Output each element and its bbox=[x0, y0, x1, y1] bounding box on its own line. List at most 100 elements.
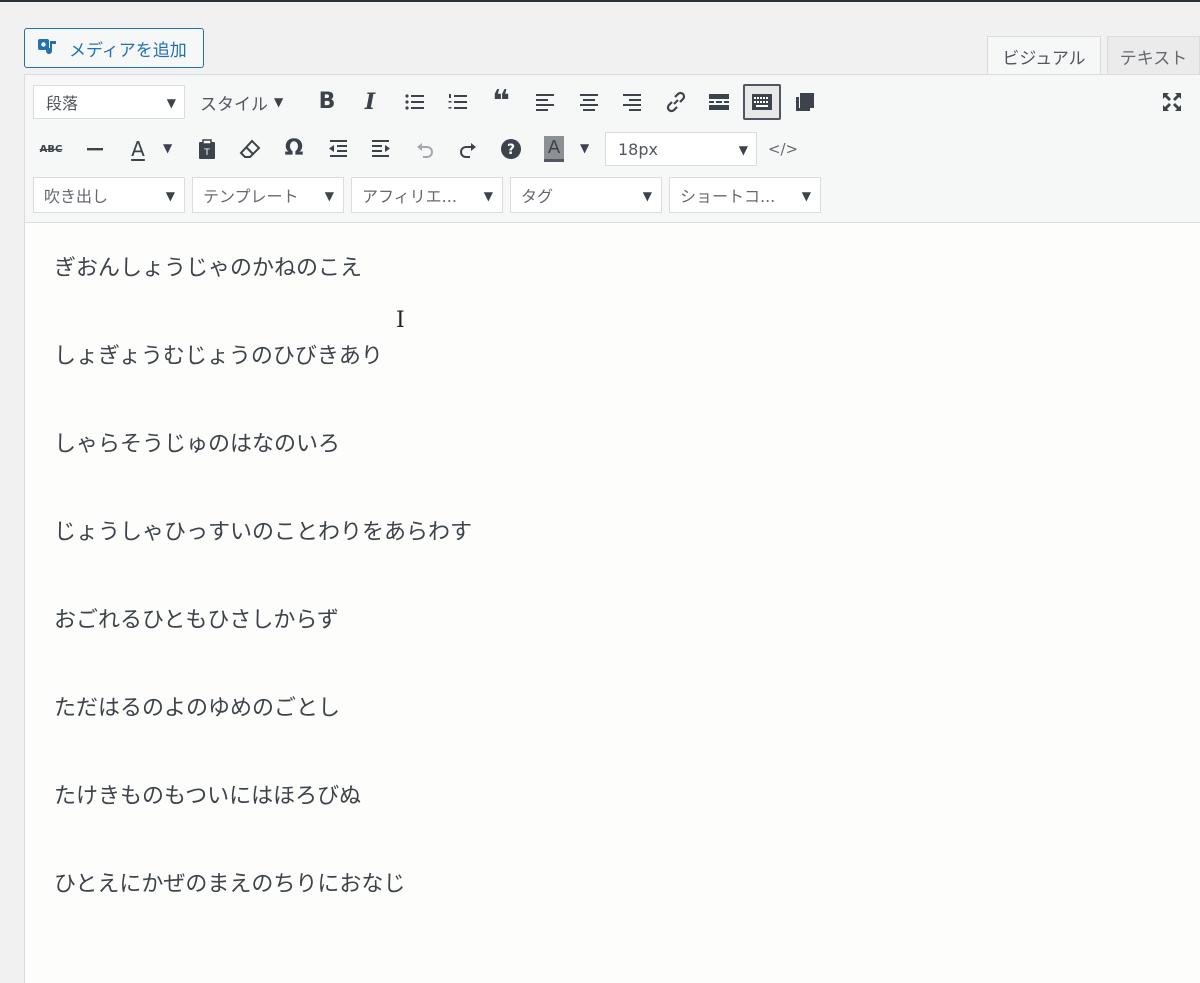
add-media-label: メディアを追加 bbox=[69, 40, 187, 61]
paragraph[interactable]: おごれるひともひさしからず bbox=[54, 600, 472, 688]
align-center-icon bbox=[580, 94, 598, 111]
fullscreen-button[interactable] bbox=[1154, 84, 1190, 120]
read-more-icon bbox=[709, 94, 729, 110]
horizontal-rule-button[interactable] bbox=[77, 131, 113, 167]
bullet-list-button[interactable] bbox=[397, 84, 433, 120]
special-character-button[interactable]: Ω bbox=[276, 131, 312, 167]
omega-icon: Ω bbox=[284, 136, 304, 161]
editor-toolbar: 段落 ▼ スタイル ▼ B I ❝ ABC A ▼ T Ω ? A ▼ 18px… bbox=[25, 75, 1200, 223]
strikethrough-button[interactable]: ABC bbox=[33, 131, 69, 167]
code-icon: </> bbox=[767, 140, 799, 158]
fullscreen-icon bbox=[1163, 93, 1181, 111]
align-right-icon bbox=[623, 94, 641, 111]
balloon-select-label: 吹き出し bbox=[44, 187, 109, 206]
chevron-down-icon[interactable]: ▼ bbox=[580, 141, 589, 155]
italic-button[interactable]: I bbox=[352, 84, 388, 120]
outdent-icon bbox=[329, 140, 347, 157]
tab-text[interactable]: テキスト bbox=[1107, 36, 1200, 75]
editor-content[interactable]: ぎおんしょうじゃのかねのこえ しょぎょうむじょうのひびきあり しゃらそうじゅのは… bbox=[54, 248, 472, 952]
align-left-button[interactable] bbox=[527, 84, 563, 120]
style-select[interactable]: スタイル ▼ bbox=[200, 85, 283, 119]
toolbar-toggle-button[interactable] bbox=[743, 84, 781, 120]
paragraph[interactable]: ただはるのよのゆめのごとし bbox=[54, 688, 472, 776]
toolbar-row-2: ABC A ▼ T Ω ? A ▼ 18px ▼ </> bbox=[25, 127, 1200, 171]
tab-visual[interactable]: ビジュアル bbox=[987, 36, 1101, 76]
redo-button[interactable] bbox=[450, 131, 486, 167]
balloon-select[interactable]: 吹き出し ▼ bbox=[33, 177, 185, 213]
paste-as-text-button[interactable]: T bbox=[189, 131, 225, 167]
help-button[interactable]: ? bbox=[493, 131, 529, 167]
affiliate-select[interactable]: アフィリエ... ▼ bbox=[351, 177, 503, 213]
code-button[interactable]: </> bbox=[765, 131, 801, 167]
paragraph[interactable]: ひとえにかぜのまえのちりにおなじ bbox=[54, 864, 472, 952]
eraser-icon bbox=[239, 139, 261, 158]
strikethrough-icon: ABC bbox=[39, 143, 63, 155]
toolbar-row-3: 吹き出し ▼ テンプレート ▼ アフィリエ... ▼ タグ ▼ ショートコ...… bbox=[25, 174, 1200, 218]
align-right-button[interactable] bbox=[614, 84, 650, 120]
text-cursor-icon: I bbox=[396, 308, 405, 333]
tag-select-label: タグ bbox=[521, 187, 554, 206]
read-more-button[interactable] bbox=[701, 84, 737, 120]
template-select[interactable]: テンプレート ▼ bbox=[192, 177, 344, 213]
chevron-down-icon: ▼ bbox=[165, 189, 175, 203]
outdent-button[interactable] bbox=[320, 131, 356, 167]
bold-button[interactable]: B bbox=[309, 84, 345, 120]
background-color-button[interactable]: A bbox=[536, 131, 572, 167]
chevron-down-icon: ▼ bbox=[801, 189, 811, 203]
format-select-value: 段落 bbox=[46, 94, 79, 113]
indent-button[interactable] bbox=[363, 131, 399, 167]
align-center-button[interactable] bbox=[571, 84, 607, 120]
text-color-icon: A bbox=[131, 137, 145, 161]
paragraph[interactable]: じょうしゃひっすいのことわりをあらわす bbox=[54, 512, 472, 600]
tag-select[interactable]: タグ ▼ bbox=[510, 177, 662, 213]
duplicate-button[interactable] bbox=[787, 84, 823, 120]
chevron-down-icon: ▼ bbox=[166, 96, 176, 110]
paragraph[interactable]: しょぎょうむじょうのひびきあり bbox=[54, 336, 472, 424]
chevron-down-icon: ▼ bbox=[483, 189, 493, 203]
shortcode-select-label: ショートコ... bbox=[680, 187, 776, 206]
chevron-down-icon: ▼ bbox=[738, 143, 748, 157]
undo-button[interactable] bbox=[407, 131, 443, 167]
undo-icon bbox=[417, 143, 433, 158]
paragraph[interactable]: しゃらそうじゅのはなのいろ bbox=[54, 424, 472, 512]
background-color-icon: A bbox=[543, 136, 565, 162]
numbered-list-button[interactable] bbox=[440, 84, 476, 120]
chevron-down-icon[interactable]: ▼ bbox=[163, 141, 172, 155]
svg-text:?: ? bbox=[507, 142, 515, 158]
shortcode-select[interactable]: ショートコ... ▼ bbox=[669, 177, 821, 213]
clear-formatting-button[interactable] bbox=[232, 131, 268, 167]
chevron-down-icon: ▼ bbox=[642, 189, 652, 203]
bullet-list-icon bbox=[405, 94, 424, 110]
media-upload-icon bbox=[38, 39, 56, 55]
horizontal-line-icon bbox=[87, 148, 103, 151]
toolbar-row-1: 段落 ▼ スタイル ▼ B I ❝ bbox=[25, 80, 1200, 124]
template-select-label: テンプレート bbox=[203, 187, 299, 206]
format-select[interactable]: 段落 ▼ bbox=[33, 85, 185, 119]
italic-icon: I bbox=[364, 89, 376, 115]
svg-text:T: T bbox=[203, 148, 210, 158]
keyboard-icon bbox=[752, 94, 772, 110]
link-icon bbox=[666, 91, 686, 113]
affiliate-select-label: アフィリエ... bbox=[362, 187, 457, 206]
help-icon: ? bbox=[501, 139, 521, 159]
top-border bbox=[0, 0, 1200, 2]
paragraph[interactable]: ぎおんしょうじゃのかねのこえ bbox=[54, 248, 472, 336]
copy-icon bbox=[796, 93, 814, 111]
add-media-button[interactable]: メディアを追加 bbox=[24, 28, 204, 68]
clipboard-icon: T bbox=[199, 139, 215, 159]
indent-icon bbox=[372, 140, 390, 157]
align-left-icon bbox=[536, 94, 554, 111]
paragraph[interactable]: たけきものもついにはほろびぬ bbox=[54, 776, 472, 864]
blockquote-button[interactable]: ❝ bbox=[483, 84, 519, 120]
font-size-value: 18px bbox=[618, 139, 658, 159]
style-select-value: スタイル bbox=[200, 94, 268, 115]
numbered-list-icon bbox=[448, 94, 467, 109]
quote-icon: ❝ bbox=[492, 84, 510, 119]
text-color-button[interactable]: A bbox=[120, 131, 156, 167]
insert-link-button[interactable] bbox=[658, 84, 694, 120]
font-size-select[interactable]: 18px ▼ bbox=[605, 132, 757, 166]
redo-icon bbox=[460, 143, 476, 158]
chevron-down-icon: ▼ bbox=[274, 95, 284, 109]
bold-icon: B bbox=[318, 89, 336, 114]
chevron-down-icon: ▼ bbox=[324, 189, 334, 203]
